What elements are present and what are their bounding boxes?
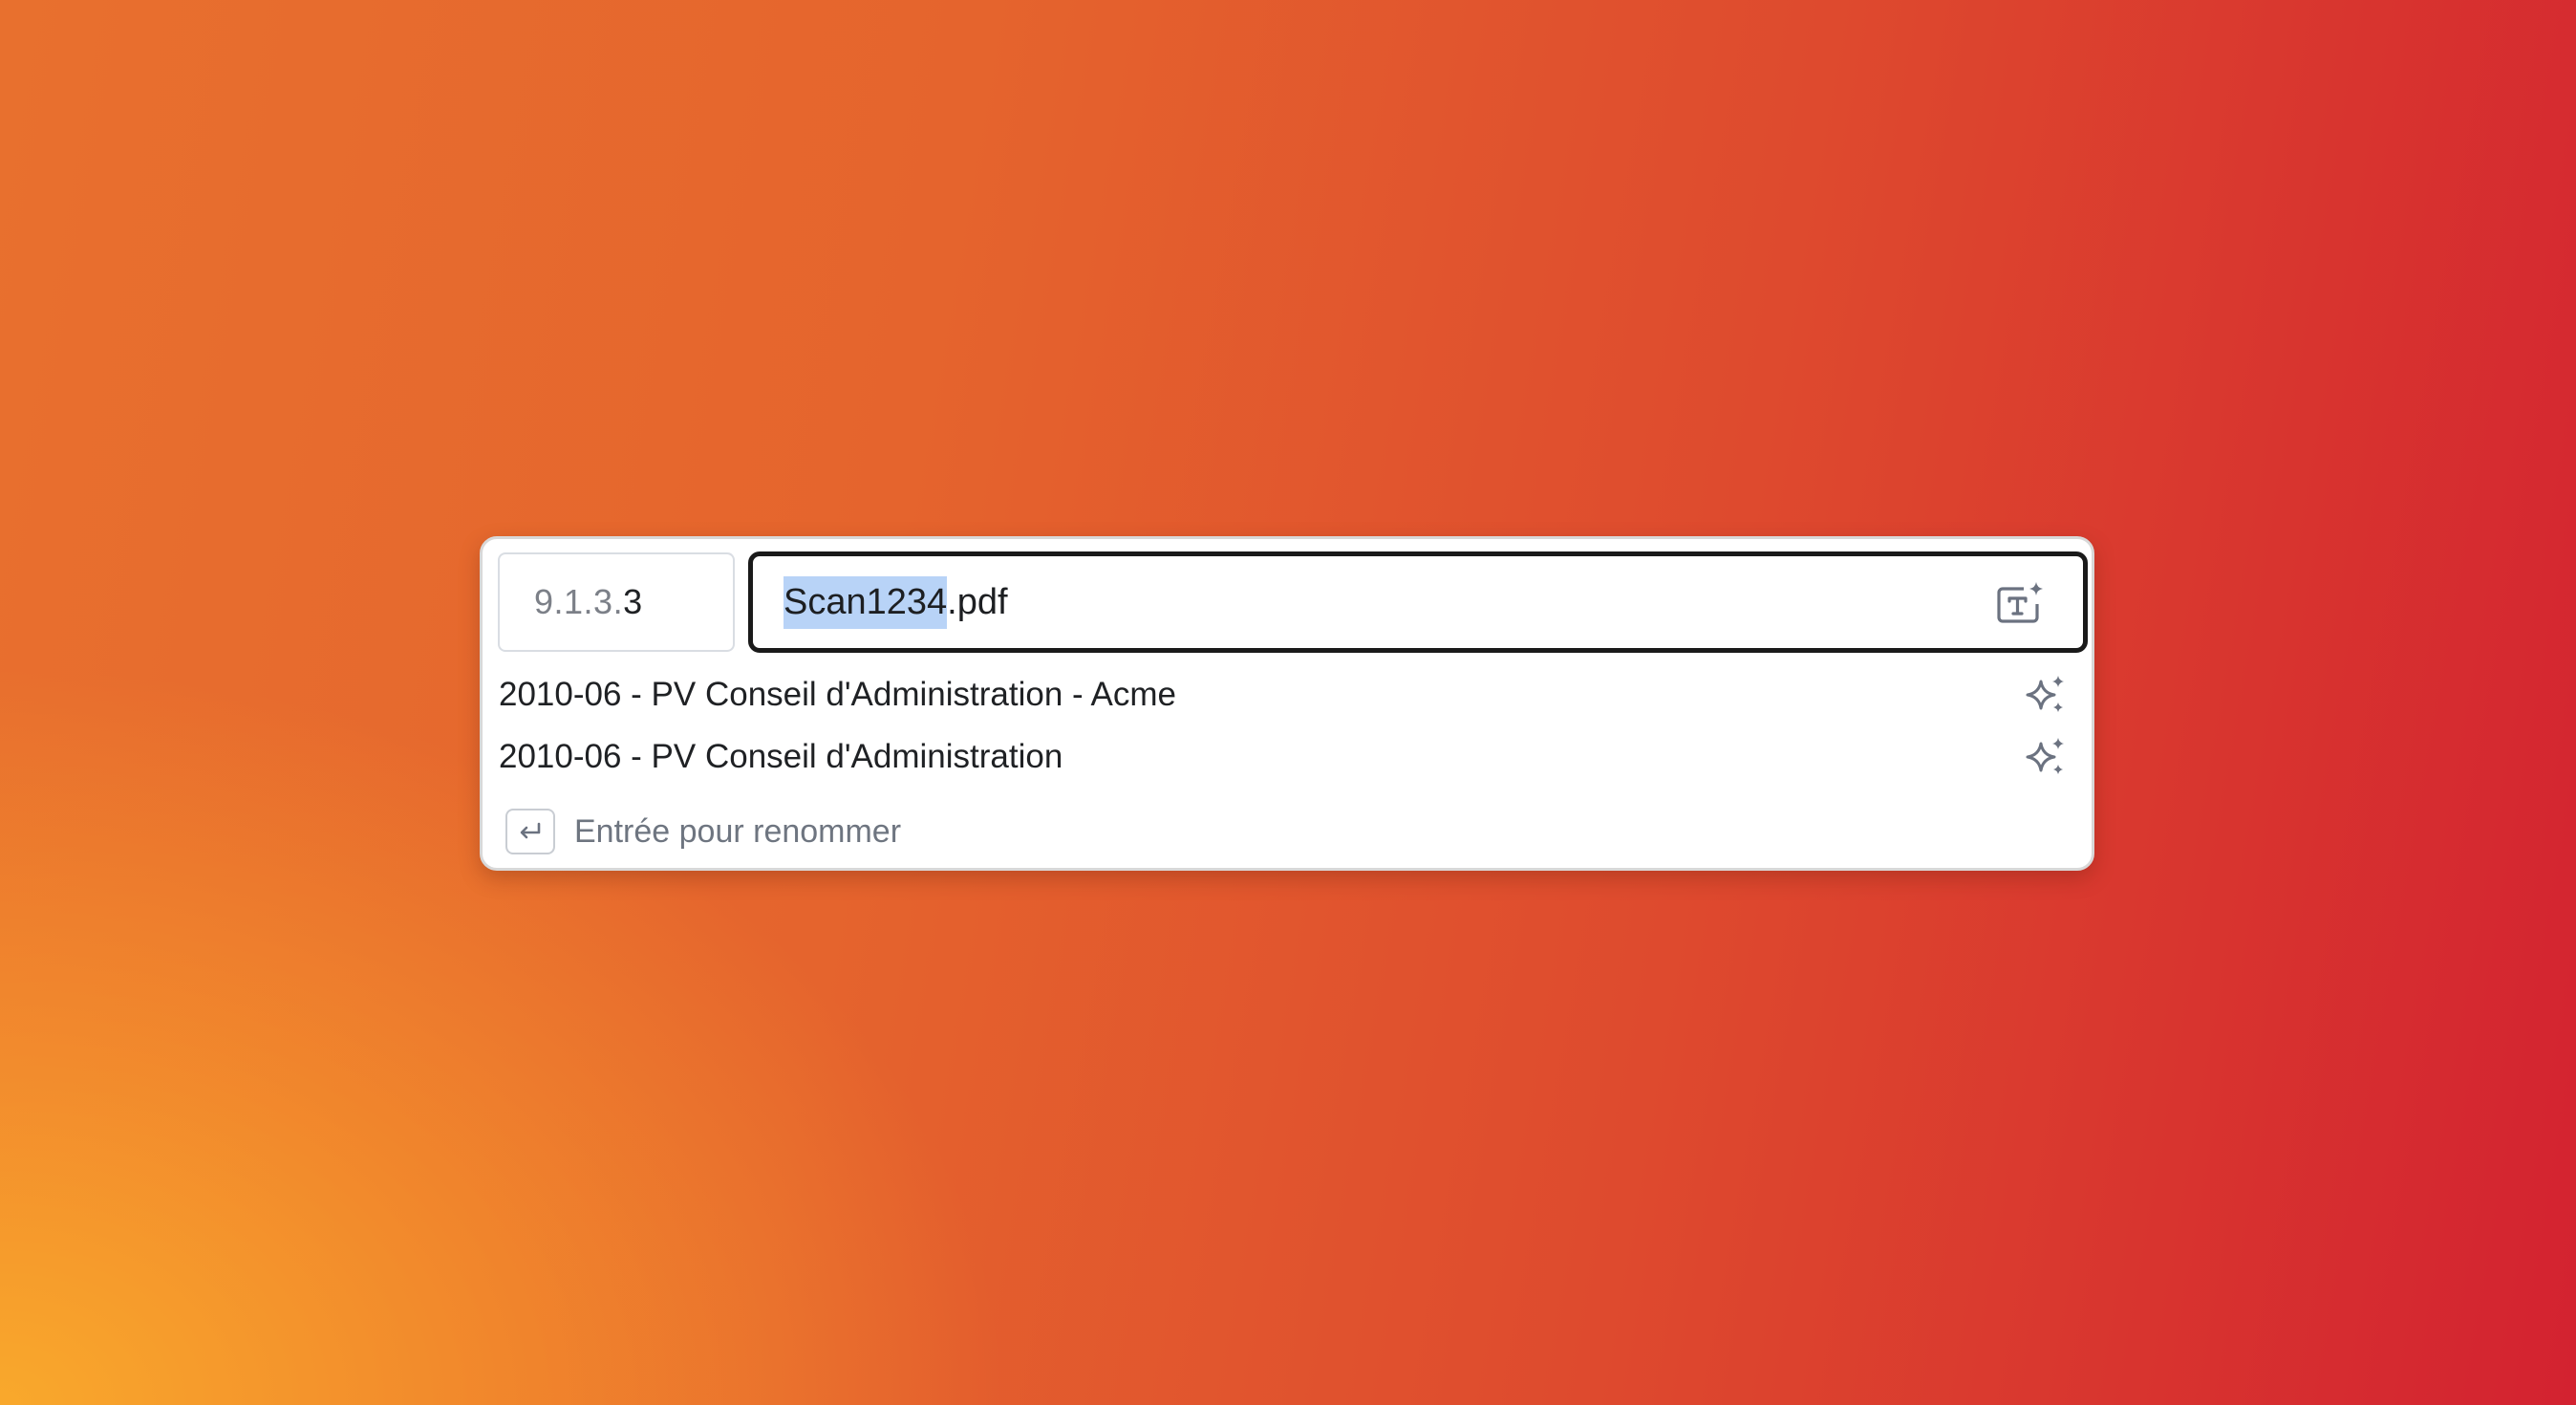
rename-hint: Entrée pour renommer (505, 807, 901, 856)
sparkles-icon (2026, 676, 2064, 712)
return-key-icon (505, 809, 555, 854)
index-field[interactable]: 9.1.3. 3 (498, 552, 735, 652)
text-sparkle-icon[interactable] (1995, 581, 2045, 627)
filename-selected-text: Scan1234 (784, 575, 948, 629)
sparkles-icon (2026, 738, 2064, 774)
index-prefix: 9.1.3. (534, 582, 624, 621)
suggestion-label: 2010-06 - PV Conseil d'Administration (499, 738, 1063, 775)
suggestion-item[interactable]: 2010-06 - PV Conseil d'Administration (499, 728, 2081, 786)
suggestion-item[interactable]: 2010-06 - PV Conseil d'Administration - … (499, 666, 2081, 724)
filename-input[interactable]: Scan1234 .pdf (748, 551, 2088, 653)
hint-text: Entrée pour renommer (574, 812, 902, 850)
rename-panel: 9.1.3. 3 Scan1234 .pdf 2010-06 - PV Consei… (480, 536, 2094, 871)
suggestion-label: 2010-06 - PV Conseil d'Administration - … (499, 676, 1176, 713)
index-last-segment: 3 (623, 582, 643, 621)
filename-extension: .pdf (947, 581, 1008, 622)
